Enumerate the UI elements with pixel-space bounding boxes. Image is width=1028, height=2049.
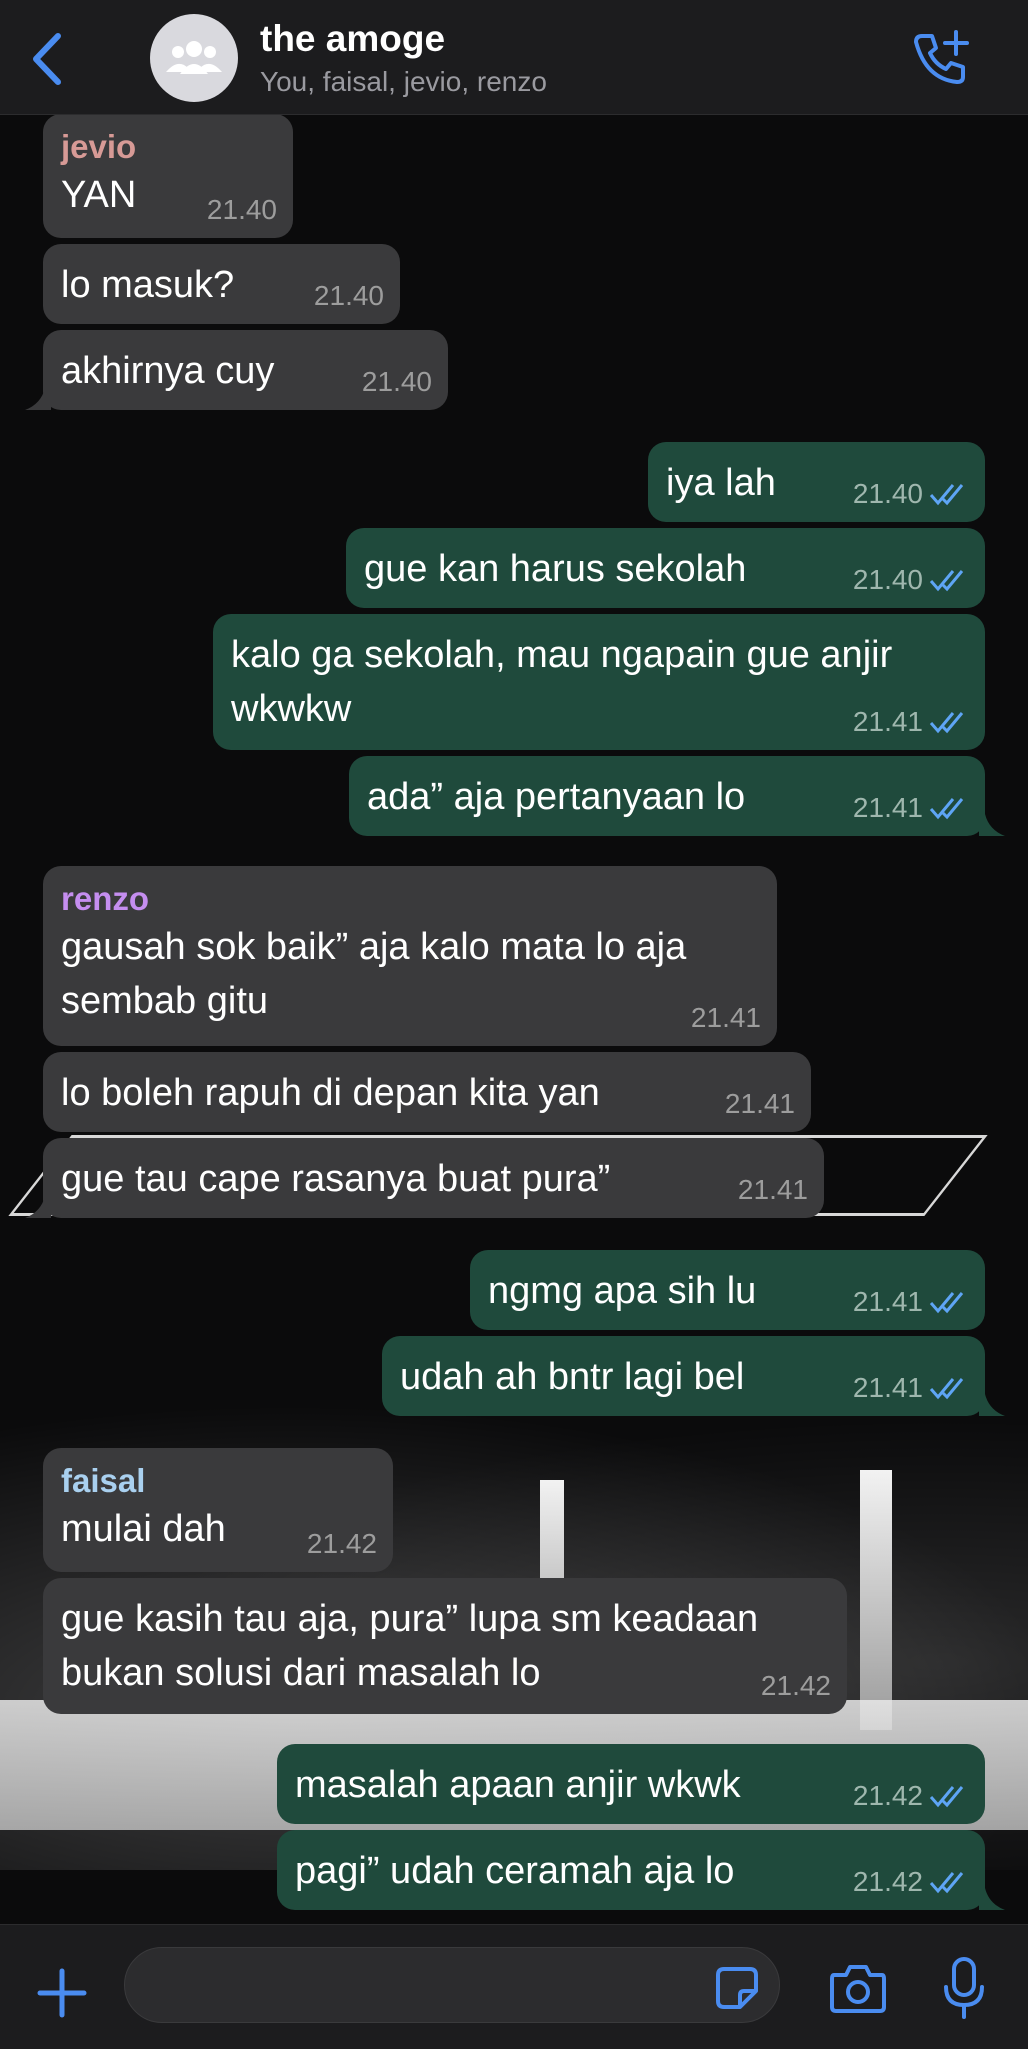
- group-icon: [166, 41, 222, 74]
- chevron-left-icon: [33, 33, 61, 85]
- message-meta: 21.40: [314, 280, 384, 312]
- message-meta: 21.42: [761, 1670, 831, 1702]
- message-time: 21.40: [852, 564, 923, 595]
- bubble-tail: [979, 814, 1005, 836]
- message-bubble[interactable]: ada” aja pertanyaan lo 21.41: [349, 756, 1005, 836]
- read-ticks-icon: [929, 570, 964, 592]
- message-time: 21.41: [724, 1088, 795, 1119]
- message-bubble[interactable]: ngmg apa sih lu 21.41: [470, 1250, 985, 1330]
- message-bubble[interactable]: kalo ga sekolah, mau ngapain gue anjir w…: [213, 614, 985, 750]
- message-text: lo boleh rapuh di depan kita yan: [61, 1072, 600, 1114]
- message-time: 21.41: [690, 1002, 761, 1033]
- message-bubble[interactable]: akhirnya cuy 21.40: [25, 330, 448, 410]
- message-time: 21.41: [852, 706, 923, 737]
- message-bubble[interactable]: gue kan harus sekolah 21.40: [346, 528, 985, 608]
- message-meta: 21.41: [691, 1002, 761, 1034]
- message-meta: 21.42: [853, 1780, 969, 1812]
- camera-button[interactable]: [828, 1963, 888, 2015]
- bubble-tail: [25, 1196, 51, 1218]
- message-meta: 21.41: [853, 1286, 969, 1318]
- group-avatar[interactable]: [150, 14, 238, 102]
- message-bubble[interactable]: lo boleh rapuh di depan kita yan 21.41: [43, 1052, 811, 1132]
- camera-icon: [830, 1965, 886, 2013]
- message-meta: 21.40: [362, 366, 432, 398]
- message-bubble[interactable]: jevio YAN 21.40: [43, 114, 293, 238]
- message-time: 21.40: [361, 366, 432, 397]
- plus-icon: [37, 1968, 87, 2018]
- message-meta: 21.40: [853, 478, 969, 510]
- sender-name: renzo: [61, 880, 150, 917]
- message-meta: 21.41: [853, 1372, 969, 1404]
- message-meta: 21.41: [853, 792, 969, 824]
- read-ticks-icon: [929, 712, 964, 734]
- read-ticks-icon: [929, 1872, 964, 1894]
- message-text: gue tau cape rasanya buat pura”: [61, 1158, 611, 1200]
- read-ticks-icon: [929, 1786, 964, 1808]
- add-call-button[interactable]: [908, 26, 972, 90]
- message-meta: 21.41: [725, 1088, 795, 1120]
- attach-button[interactable]: [34, 1965, 90, 2021]
- message-meta: 21.41: [853, 706, 969, 738]
- message-time: 21.42: [760, 1670, 831, 1701]
- read-ticks-icon: [929, 1292, 964, 1314]
- message-input[interactable]: [149, 1962, 713, 2010]
- message-bubble[interactable]: renzo gausah sok baik” aja kalo mata lo …: [43, 866, 777, 1046]
- message-time: 21.41: [852, 1286, 923, 1317]
- bubble-tail: [979, 1394, 1005, 1416]
- message-time: 21.42: [306, 1528, 377, 1559]
- message-time: 21.41: [852, 1372, 923, 1403]
- message-bubble[interactable]: pagi” udah ceramah aja lo 21.42: [277, 1830, 1005, 1910]
- message-bubble[interactable]: iya lah 21.40: [648, 442, 985, 522]
- voice-message-button[interactable]: [940, 1955, 988, 2023]
- message-time: 21.42: [852, 1866, 923, 1897]
- chat-participants[interactable]: You, faisal, jevio, renzo: [260, 66, 547, 98]
- bubble-tail: [25, 388, 51, 410]
- message-time: 21.40: [206, 194, 277, 225]
- chat-title[interactable]: the amoge: [260, 18, 445, 60]
- message-meta: 21.40: [207, 194, 277, 226]
- read-ticks-icon: [929, 484, 964, 506]
- message-input-field[interactable]: [124, 1947, 780, 2023]
- message-meta: 21.41: [738, 1174, 808, 1206]
- message-bubble[interactable]: lo masuk? 21.40: [43, 244, 400, 324]
- read-ticks-icon: [929, 798, 964, 820]
- sender-name: faisal: [61, 1462, 146, 1499]
- read-ticks-icon: [929, 1378, 964, 1400]
- composer-bar: [0, 1924, 1028, 2049]
- sticker-icon: [716, 1967, 758, 2009]
- message-text: gue kasih tau aja, pura” lupa sm keadaan…: [61, 1598, 759, 1694]
- message-time: 21.40: [313, 280, 384, 311]
- add-call-icon: [914, 30, 969, 84]
- message-time: 21.40: [852, 478, 923, 509]
- chat-header: the amoge You, faisal, jevio, renzo: [0, 0, 1028, 115]
- message-list[interactable]: jevio YAN 21.40 lo masuk? 21.40 akhirnya…: [0, 114, 1028, 1924]
- message-bubble[interactable]: masalah apaan anjir wkwk 21.42: [277, 1744, 985, 1824]
- sender-name: jevio: [61, 128, 137, 165]
- message-meta: 21.40: [853, 564, 969, 596]
- message-meta: 21.42: [307, 1528, 377, 1560]
- sticker-button[interactable]: [714, 1965, 760, 2011]
- message-time: 21.42: [852, 1780, 923, 1811]
- bubble-tail: [979, 1888, 1005, 1910]
- microphone-icon: [944, 1957, 984, 2019]
- message-bubble[interactable]: udah ah bntr lagi bel 21.41: [382, 1336, 1005, 1416]
- back-button[interactable]: [28, 30, 68, 88]
- message-bubble[interactable]: gue kasih tau aja, pura” lupa sm keadaan…: [43, 1578, 847, 1714]
- message-bubble[interactable]: gue tau cape rasanya buat pura” 21.41: [25, 1138, 824, 1218]
- message-text: gausah sok baik” aja kalo mata lo aja se…: [61, 926, 687, 1022]
- message-time: 21.41: [737, 1174, 808, 1205]
- message-meta: 21.42: [853, 1866, 969, 1898]
- message-time: 21.41: [852, 792, 923, 823]
- message-bubble[interactable]: faisal mulai dah 21.42: [43, 1448, 393, 1572]
